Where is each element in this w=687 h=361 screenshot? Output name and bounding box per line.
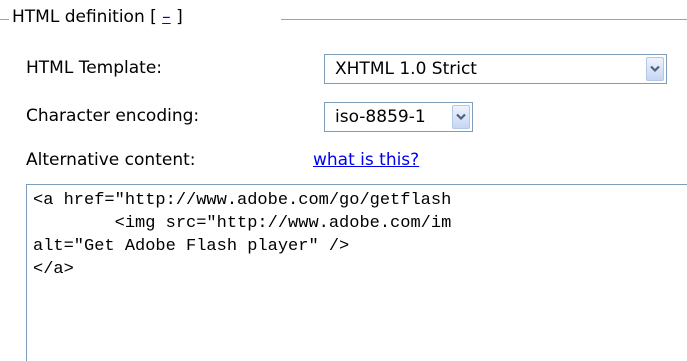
code-line: alt="Get Adobe Flash player" /> — [33, 237, 350, 256]
html-template-select[interactable]: XHTML 1.0 Strict — [324, 54, 667, 84]
what-is-this-link[interactable]: what is this? — [313, 150, 419, 170]
section-title-suffix: ] — [176, 7, 183, 27]
character-encoding-select[interactable]: iso-8859-1 — [324, 102, 473, 132]
code-line: </a> — [33, 260, 74, 279]
character-encoding-value: iso-8859-1 — [335, 107, 426, 127]
character-encoding-label: Character encoding: — [26, 106, 200, 126]
section-legend: HTML definition [ – ] — [12, 7, 183, 27]
alternative-content-label: Alternative content: — [26, 150, 196, 170]
fieldset-border-left — [0, 19, 9, 20]
html-template-value: XHTML 1.0 Strict — [335, 59, 477, 79]
alternative-content-textarea[interactable]: <a href="http://www.adobe.com/go/getflas… — [26, 184, 687, 361]
code-line: <img src="http://www.adobe.com/im — [33, 214, 452, 233]
section-toggle-link[interactable]: – — [162, 7, 171, 27]
chevron-down-icon[interactable] — [452, 105, 470, 129]
section-title-prefix: HTML definition [ — [12, 7, 157, 27]
code-line: <a href="http://www.adobe.com/go/getflas… — [33, 191, 452, 210]
html-template-label: HTML Template: — [26, 58, 163, 78]
chevron-down-icon[interactable] — [646, 57, 664, 81]
fieldset-border-right — [281, 19, 687, 20]
